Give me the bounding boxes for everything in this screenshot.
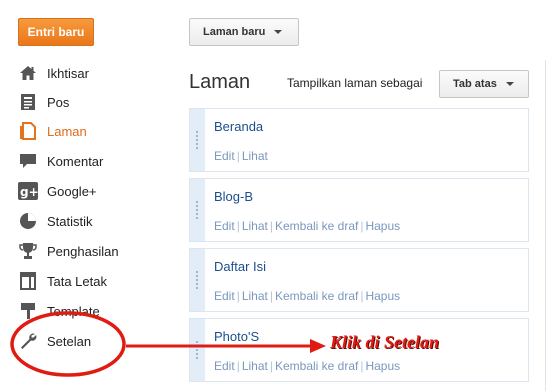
annotation-text: Klik di Setelan — [330, 332, 440, 352]
arrow-head-icon — [310, 339, 326, 353]
highlight-ellipse — [10, 311, 126, 377]
annotation-overlay — [10, 311, 326, 377]
